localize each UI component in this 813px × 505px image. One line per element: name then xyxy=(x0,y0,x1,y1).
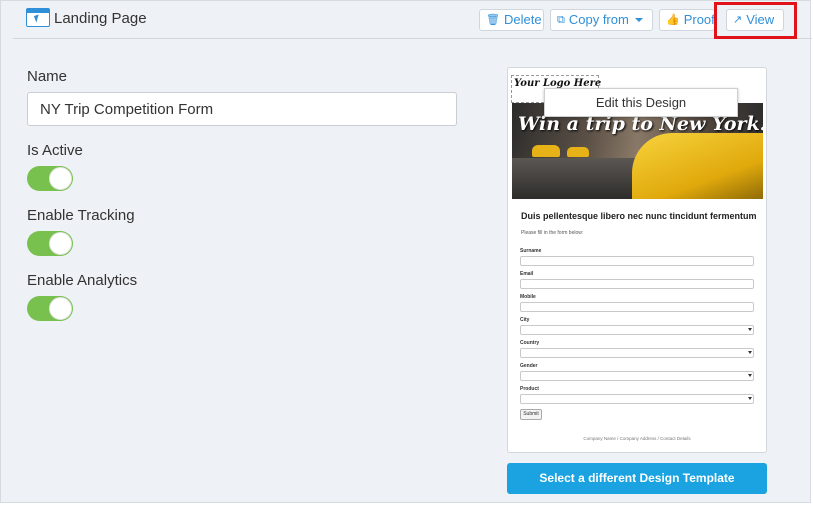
chevron-down-icon xyxy=(748,351,752,354)
design-preview[interactable]: Your Logo Here Win a trip to New York! E… xyxy=(507,67,767,453)
enable-analytics-toggle[interactable] xyxy=(27,296,73,321)
thumbs-up-icon: 👍 xyxy=(666,14,680,26)
preview-field-country xyxy=(520,348,754,358)
toggle-knob xyxy=(49,232,72,255)
proof-button[interactable]: 👍 Proof xyxy=(659,9,715,31)
preview-field-label: Country xyxy=(520,340,540,346)
preview-field-label: Product xyxy=(520,386,539,392)
copy-from-button[interactable]: ⧉ Copy from xyxy=(550,9,653,31)
landing-page-panel: Landing Page 🗑 Delete ⧉ Copy from 👍 Proo… xyxy=(0,0,812,503)
edit-design-button[interactable]: Edit this Design xyxy=(544,88,738,117)
preview-form-intro: Please fill in the form below: xyxy=(521,230,584,236)
copy-icon: ⧉ xyxy=(557,14,565,26)
preview-field-label: Gender xyxy=(520,363,538,369)
hero-image: Win a trip to New York! xyxy=(512,103,763,199)
preview-form-title: Duis pellentesque libero nec nunc tincid… xyxy=(521,211,757,221)
name-input[interactable] xyxy=(27,92,457,126)
name-label: Name xyxy=(27,68,68,85)
hero-taxi-small xyxy=(532,145,560,157)
select-design-template-button[interactable]: Select a different Design Template xyxy=(507,463,767,494)
preview-field-city xyxy=(520,325,754,335)
is-active-label: Is Active xyxy=(27,142,83,159)
enable-tracking-toggle[interactable] xyxy=(27,231,73,256)
cursor-icon xyxy=(33,14,42,23)
preview-field-email xyxy=(520,279,754,289)
preview-field-product xyxy=(520,394,754,404)
preview-field-label: Mobile xyxy=(520,294,536,300)
enable-tracking-label: Enable Tracking xyxy=(27,207,135,224)
view-button-highlight xyxy=(714,2,797,39)
preview-field-mobile xyxy=(520,302,754,312)
preview-footer: Company Name / Company Address / Contact… xyxy=(583,436,691,441)
preview-submit-button: Submit xyxy=(520,409,542,420)
toggle-knob xyxy=(49,297,72,320)
copy-from-label: Copy from xyxy=(568,12,629,27)
delete-label: Delete xyxy=(503,12,542,27)
chevron-down-icon xyxy=(748,328,752,331)
trash-icon: 🗑 xyxy=(486,14,500,26)
preview-field-gender xyxy=(520,371,754,381)
is-active-toggle[interactable] xyxy=(27,166,73,191)
preview-field-label: City xyxy=(520,317,530,323)
header-bar: Landing Page 🗑 Delete ⧉ Copy from 👍 Proo… xyxy=(13,1,812,39)
enable-analytics-label: Enable Analytics xyxy=(27,272,138,289)
proof-label: Proof xyxy=(683,12,715,27)
toggle-knob xyxy=(49,167,72,190)
landing-page-icon xyxy=(26,8,50,27)
hero-taxi xyxy=(632,133,763,199)
page-title: Landing Page xyxy=(54,10,147,27)
preview-field-label: Email xyxy=(520,271,534,277)
hero-taxi-small xyxy=(567,147,589,157)
chevron-down-icon xyxy=(634,18,643,22)
delete-button[interactable]: 🗑 Delete xyxy=(479,9,544,31)
chevron-down-icon xyxy=(748,397,752,400)
chevron-down-icon xyxy=(748,374,752,377)
preview-field-surname xyxy=(520,256,754,266)
preview-field-label: Surname xyxy=(520,248,542,254)
icon-bar xyxy=(27,9,49,13)
